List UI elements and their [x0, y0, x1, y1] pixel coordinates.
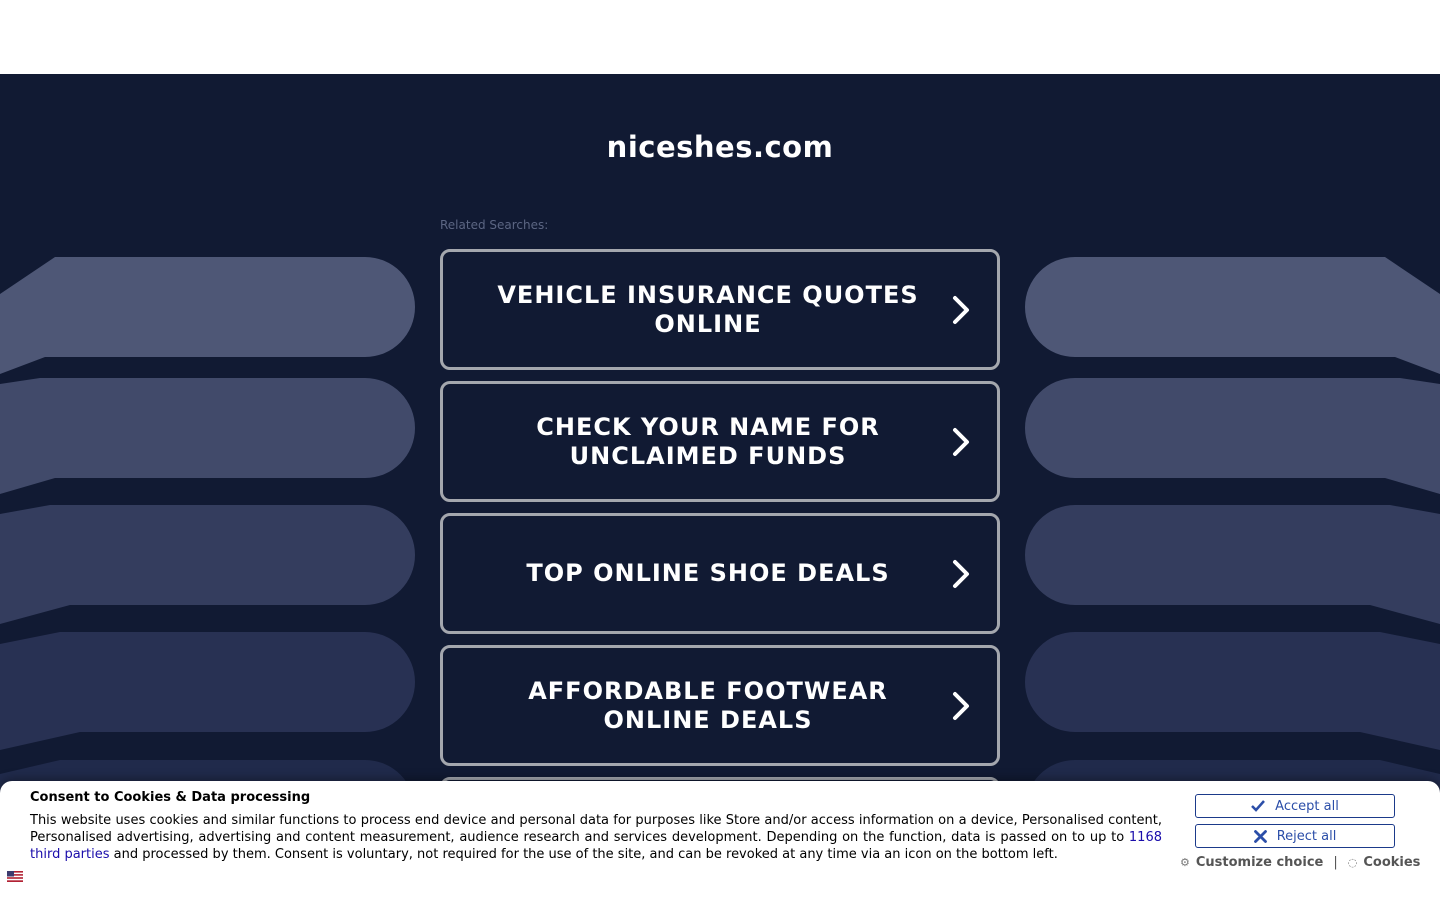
cookie-consent-banner: Consent to Cookies & Data processing Thi…	[0, 781, 1440, 900]
related-search-label: CHECK YOUR NAME FOR UNCLAIMED FUNDS	[536, 412, 880, 470]
x-icon	[1253, 829, 1267, 843]
consent-text-after: and processed by them. Consent is volunt…	[109, 847, 1058, 862]
chevron-right-icon	[953, 691, 969, 720]
related-searches-label: Related Searches:	[440, 218, 549, 232]
related-search-link[interactable]: AFFORDABLE FOOTWEAR ONLINE DEALS	[440, 645, 1000, 766]
reject-all-label: Reject all	[1276, 828, 1337, 844]
consent-secondary-links: ⚙ Customize choice | ◌ Cookies	[1180, 855, 1420, 870]
cookie-icon: ◌	[1347, 856, 1358, 869]
consent-text-before: This website uses cookies and similar fu…	[30, 813, 1162, 845]
us-flag-icon[interactable]	[7, 871, 23, 882]
cookies-link[interactable]: Cookies	[1363, 855, 1420, 870]
related-search-link[interactable]: TOP ONLINE SHOE DEALS	[440, 513, 1000, 634]
customize-choice-link[interactable]: Customize choice	[1196, 855, 1323, 870]
related-search-label: AFFORDABLE FOOTWEAR ONLINE DEALS	[528, 676, 888, 734]
accept-all-label: Accept all	[1275, 798, 1339, 814]
chevron-right-icon	[953, 427, 969, 456]
related-search-label: TOP ONLINE SHOE DEALS	[526, 559, 890, 587]
accept-all-button[interactable]: Accept all	[1195, 794, 1395, 818]
reject-all-button[interactable]: Reject all	[1195, 824, 1395, 848]
chevron-right-icon	[953, 559, 969, 588]
parked-page: niceshes.com Related Searches: VEHICLE I…	[0, 74, 1440, 900]
related-search-link[interactable]: CHECK YOUR NAME FOR UNCLAIMED FUNDS	[440, 381, 1000, 502]
consent-text: This website uses cookies and similar fu…	[30, 812, 1162, 863]
top-blank-bar	[0, 0, 1440, 74]
gear-icon: ⚙	[1180, 856, 1190, 869]
related-search-label: VEHICLE INSURANCE QUOTES ONLINE	[497, 280, 919, 338]
chevron-right-icon	[953, 295, 969, 324]
domain-title: niceshes.com	[606, 130, 834, 164]
check-icon	[1251, 800, 1266, 812]
related-search-link[interactable]: VEHICLE INSURANCE QUOTES ONLINE	[440, 249, 1000, 370]
separator: |	[1333, 855, 1338, 870]
consent-title: Consent to Cookies & Data processing	[30, 790, 311, 805]
